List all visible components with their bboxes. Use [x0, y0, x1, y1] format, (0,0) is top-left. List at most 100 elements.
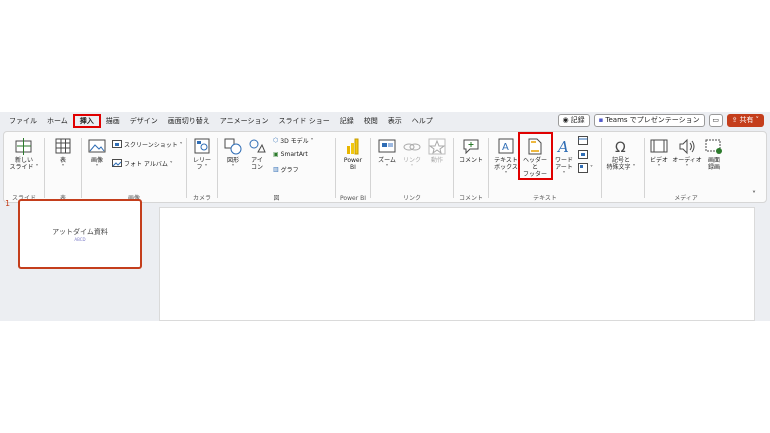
tab-review[interactable]: 校閲: [359, 114, 383, 128]
action-label: 動作: [430, 157, 443, 164]
share-icon: ⇪: [731, 116, 738, 124]
screenshot-button[interactable]: スクリーンショット ˅: [112, 140, 183, 149]
video-button[interactable]: ビデオ ˅: [647, 138, 671, 171]
group-label-text: テキスト: [533, 195, 557, 202]
tab-animations[interactable]: アニメーション: [215, 114, 274, 128]
shapes-button[interactable]: 図形 ˅: [222, 138, 244, 171]
shapes-dropdown: ˅: [231, 164, 235, 171]
comment-icon: [463, 139, 479, 155]
powerbi-button[interactable]: Power BI: [341, 138, 365, 171]
object-icon: [578, 163, 588, 173]
menu-bar: ファイル ホーム 挿入 描画 デザイン 画面切り替え アニメーション スライド …: [0, 112, 770, 130]
slide-number-icon: [578, 150, 588, 159]
table-button[interactable]: 表 ˅: [51, 138, 75, 171]
textbox-label-2: ボックス ˅: [494, 164, 518, 178]
comments-pane-button[interactable]: ▭: [708, 114, 723, 127]
group-camera: レリー フ ˅ カメラ: [187, 132, 217, 204]
bar-chart-icon: ▥: [273, 166, 279, 173]
collapse-ribbon-button[interactable]: ˅: [752, 190, 756, 199]
zoom-icon: [378, 139, 396, 153]
smartart-icon: ▣: [273, 151, 279, 158]
chart-button[interactable]: ▥ グラフ: [273, 165, 299, 174]
cameo-icon: [194, 138, 210, 154]
tab-record[interactable]: 記録: [335, 114, 359, 128]
powerbi-label-1: Power: [343, 157, 363, 164]
smartart-label: SmartArt: [280, 151, 308, 158]
cameo-button[interactable]: レリー フ ˅: [191, 138, 213, 171]
header-footer-highlight: [518, 132, 553, 180]
screen-recording-label-2: 録画: [707, 164, 720, 171]
tab-file[interactable]: ファイル: [4, 114, 42, 128]
audio-dropdown: ˅: [685, 164, 689, 171]
group-slides: 新しい スライド ˅ スライド: [4, 132, 44, 204]
screen-recording-button[interactable]: 画面 録画: [703, 138, 725, 171]
zoom-label: ズーム: [378, 157, 396, 164]
textbox-icon: A: [498, 138, 514, 154]
omega-icon: Ω: [615, 140, 626, 155]
wordart-label-2: アート ˅: [555, 164, 573, 178]
new-slide-button[interactable]: 新しい スライド ˅: [8, 138, 40, 171]
powerbi-label-2: BI: [350, 164, 356, 171]
video-label: ビデオ: [649, 157, 668, 164]
comment-button[interactable]: コメント: [458, 138, 484, 164]
tab-help[interactable]: ヘルプ: [407, 114, 438, 128]
symbols-button[interactable]: Ω 記号と 特殊文字 ˅: [604, 138, 638, 171]
table-icon: [55, 138, 71, 154]
picture-button[interactable]: 画像 ˅: [86, 138, 108, 171]
screen-recording-icon: [705, 139, 722, 154]
icons-icon: [249, 139, 266, 153]
group-tables: 表 ˅ 表: [45, 132, 81, 204]
link-icon: [403, 143, 421, 151]
shapes-label: 図形: [226, 157, 239, 164]
slide-thumbnail[interactable]: アットダイム資料 ABCD: [18, 199, 142, 269]
date-time-button[interactable]: [578, 135, 588, 145]
slide-number-button[interactable]: [578, 149, 588, 159]
record-button[interactable]: ◉ 記録: [557, 114, 590, 127]
teams-present-button[interactable]: ▪ Teams でプレゼンテーション: [593, 114, 705, 127]
action-button[interactable]: 動作: [425, 138, 449, 164]
star-icon: [428, 138, 446, 155]
tab-draw[interactable]: 描画: [101, 114, 125, 128]
audio-button[interactable]: オーディオ ˅: [672, 138, 702, 171]
record-icon: ◉: [562, 116, 569, 124]
object-button[interactable]: ˅: [578, 163, 593, 173]
group-powerbi: Power BI Power BI: [336, 132, 370, 204]
new-slide-label-2: スライド ˅: [9, 164, 39, 171]
table-label: 表: [59, 157, 66, 164]
teams-icon: ▪: [598, 116, 604, 124]
slide-thumbnail-title: アットダイム資料: [52, 228, 108, 236]
teams-present-label: Teams でプレゼンテーション: [605, 116, 700, 124]
group-illustrations: 図形 ˅ アイ コン ⬡ 3D モデル ˅ ▣ SmartArt ▥ グラフ 図: [218, 132, 335, 204]
screenshot-label: スクリーンショット ˅: [124, 142, 183, 149]
link-button[interactable]: リンク ˅: [401, 138, 423, 171]
wordart-button[interactable]: A ワード アート ˅: [553, 138, 575, 178]
group-label-comments: コメント: [458, 195, 483, 202]
chart-label: グラフ: [280, 167, 299, 174]
tab-home[interactable]: ホーム: [42, 114, 73, 128]
speaker-icon: [679, 138, 695, 155]
svg-text:A: A: [502, 142, 509, 153]
symbols-label-2: 特殊文字 ˅: [606, 164, 636, 171]
tab-design[interactable]: デザイン: [125, 114, 163, 128]
tab-insert[interactable]: 挿入: [72, 114, 101, 128]
cameo-label-2: フ ˅: [196, 164, 208, 171]
cameo-label-1: レリー: [192, 157, 211, 164]
new-slide-label-1: 新しい: [14, 157, 33, 164]
tab-transitions[interactable]: 画面切り替え: [163, 114, 215, 128]
share-button[interactable]: ⇪ 共有 ˅: [726, 114, 764, 127]
slide-canvas[interactable]: [159, 207, 755, 321]
photo-album-button[interactable]: フォト アルバム ˅: [112, 159, 173, 168]
icons-button[interactable]: アイ コン: [247, 138, 267, 171]
3d-models-label: 3D モデル ˅: [280, 138, 314, 145]
photo-album-label: フォト アルバム ˅: [124, 161, 173, 168]
smartart-button[interactable]: ▣ SmartArt: [273, 151, 308, 158]
tab-view[interactable]: 表示: [383, 114, 407, 128]
textbox-button[interactable]: A テキスト ボックス ˅: [493, 138, 519, 178]
zoom-button[interactable]: ズーム ˅: [375, 138, 399, 171]
audio-label: オーディオ: [672, 157, 702, 164]
3d-models-button[interactable]: ⬡ 3D モデル ˅: [273, 136, 314, 145]
tab-slideshow[interactable]: スライド ショー: [274, 114, 335, 128]
svg-text:Ω: Ω: [615, 140, 626, 155]
chevron-down-icon: ˅: [752, 190, 756, 199]
picture-label: 画像: [90, 157, 103, 164]
